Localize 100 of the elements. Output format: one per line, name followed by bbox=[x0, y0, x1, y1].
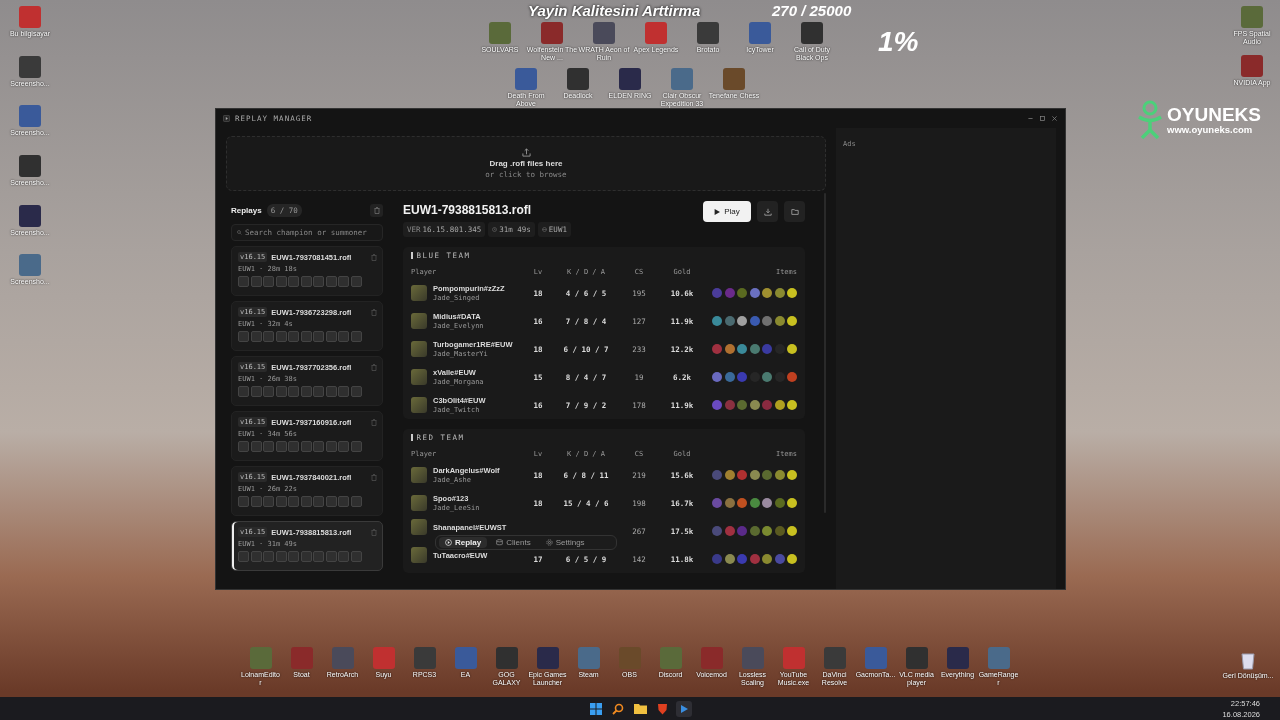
app-icon[interactable] bbox=[19, 105, 41, 128]
champion-slot bbox=[275, 441, 287, 452]
champion-slot bbox=[313, 331, 324, 342]
champion-slot bbox=[288, 496, 299, 507]
replay-title: EUW1-7938815813.rofl bbox=[403, 203, 533, 217]
champion-slot bbox=[275, 496, 287, 507]
champion-portrait bbox=[411, 313, 427, 329]
nav-tab[interactable]: Replay bbox=[439, 537, 488, 548]
champion-slot bbox=[325, 386, 337, 397]
start-icon[interactable] bbox=[588, 700, 604, 717]
recycle-bin-icon[interactable] bbox=[1240, 650, 1256, 670]
download-button[interactable] bbox=[757, 201, 778, 222]
champion-slot bbox=[350, 331, 362, 342]
champion-slot bbox=[250, 276, 262, 287]
delete-all-button[interactable] bbox=[370, 203, 383, 217]
play-circle-icon bbox=[445, 539, 452, 546]
app-icon[interactable] bbox=[19, 155, 41, 178]
champion-slot bbox=[350, 276, 362, 287]
nav-tab[interactable]: Clients bbox=[490, 537, 537, 548]
champion-slot bbox=[250, 386, 262, 397]
clock-icon bbox=[492, 227, 498, 232]
champion-slot bbox=[338, 551, 349, 562]
champion-slot bbox=[350, 551, 362, 562]
champion-slot bbox=[275, 386, 287, 397]
champion-slot bbox=[288, 386, 299, 397]
champion-slot bbox=[238, 331, 249, 342]
champion-slot bbox=[263, 276, 274, 287]
champion-slot bbox=[325, 331, 337, 342]
app-icon[interactable] bbox=[19, 204, 41, 227]
champion-slot bbox=[238, 386, 249, 397]
champion-slot bbox=[300, 386, 312, 397]
champion-slot bbox=[313, 496, 324, 507]
trash-icon[interactable] bbox=[371, 528, 377, 536]
stream-title: Yayin Kalitesini Arttirma bbox=[528, 2, 701, 19]
champion-slot bbox=[238, 551, 249, 562]
champion-slot bbox=[325, 441, 337, 452]
champion-slot bbox=[313, 441, 324, 452]
champion-slot bbox=[350, 386, 362, 397]
champion-slot bbox=[263, 551, 274, 562]
app-icon[interactable] bbox=[19, 254, 41, 277]
champion-slot bbox=[300, 331, 312, 342]
close-icon[interactable] bbox=[1051, 114, 1058, 122]
champion-portrait bbox=[411, 467, 427, 483]
trash-icon[interactable] bbox=[371, 418, 377, 426]
settings-icon bbox=[545, 539, 553, 546]
logo-url: www.oyuneks.com bbox=[1167, 124, 1254, 135]
champion-slot bbox=[238, 441, 249, 452]
trash-icon[interactable] bbox=[371, 253, 377, 261]
champion-slot bbox=[338, 441, 349, 452]
champion-portrait bbox=[411, 495, 427, 511]
trash-icon bbox=[373, 206, 380, 214]
accent-bar bbox=[411, 252, 413, 259]
person-icon bbox=[1136, 100, 1164, 140]
folder-button[interactable] bbox=[784, 201, 805, 222]
champion-slot bbox=[250, 496, 262, 507]
champion-slot bbox=[275, 551, 287, 562]
champion-slot bbox=[338, 276, 349, 287]
download-icon bbox=[763, 207, 772, 216]
app-icon bbox=[223, 114, 230, 122]
play-button[interactable]: Play bbox=[703, 201, 751, 222]
champion-portrait bbox=[411, 547, 427, 563]
champion-slot bbox=[263, 441, 274, 452]
champion-slot bbox=[300, 441, 312, 452]
app-icon[interactable] bbox=[676, 700, 692, 717]
champion-slot bbox=[325, 551, 337, 562]
champion-slot bbox=[338, 331, 349, 342]
champion-slot bbox=[275, 331, 287, 342]
champion-portrait bbox=[411, 397, 427, 413]
champion-slot bbox=[313, 386, 324, 397]
champion-slot bbox=[313, 551, 324, 562]
logo-wordmark: OYUNEKS bbox=[1167, 105, 1261, 124]
champion-portrait bbox=[411, 341, 427, 357]
sidebar-title: Replays bbox=[231, 205, 262, 215]
drop-title: Drag .rofl files here bbox=[489, 159, 563, 168]
champion-slot bbox=[238, 276, 249, 287]
champion-slot bbox=[300, 551, 312, 562]
app-icon[interactable] bbox=[19, 55, 41, 78]
champion-slot bbox=[288, 551, 299, 562]
champion-slot bbox=[325, 496, 337, 507]
champion-slot bbox=[288, 276, 299, 287]
accent-bar bbox=[411, 434, 413, 441]
upload-icon bbox=[521, 148, 531, 157]
trash-icon[interactable] bbox=[371, 363, 377, 371]
champion-slot bbox=[350, 496, 362, 507]
champion-slot bbox=[338, 496, 349, 507]
maximize-icon[interactable] bbox=[1039, 114, 1046, 122]
nav-tab[interactable]: Settings bbox=[539, 537, 591, 548]
champion-portrait bbox=[411, 519, 427, 535]
champion-slot bbox=[250, 441, 262, 452]
champion-slot bbox=[350, 441, 362, 452]
champion-slot bbox=[288, 441, 299, 452]
champion-slot bbox=[325, 276, 337, 287]
champion-slot bbox=[263, 386, 274, 397]
champion-slot bbox=[300, 496, 312, 507]
trash-icon[interactable] bbox=[371, 308, 377, 316]
champion-slot bbox=[263, 331, 274, 342]
champion-portrait bbox=[411, 285, 427, 301]
folder-icon bbox=[790, 207, 799, 216]
app-icon[interactable] bbox=[1241, 55, 1263, 78]
trash-icon[interactable] bbox=[371, 473, 377, 481]
